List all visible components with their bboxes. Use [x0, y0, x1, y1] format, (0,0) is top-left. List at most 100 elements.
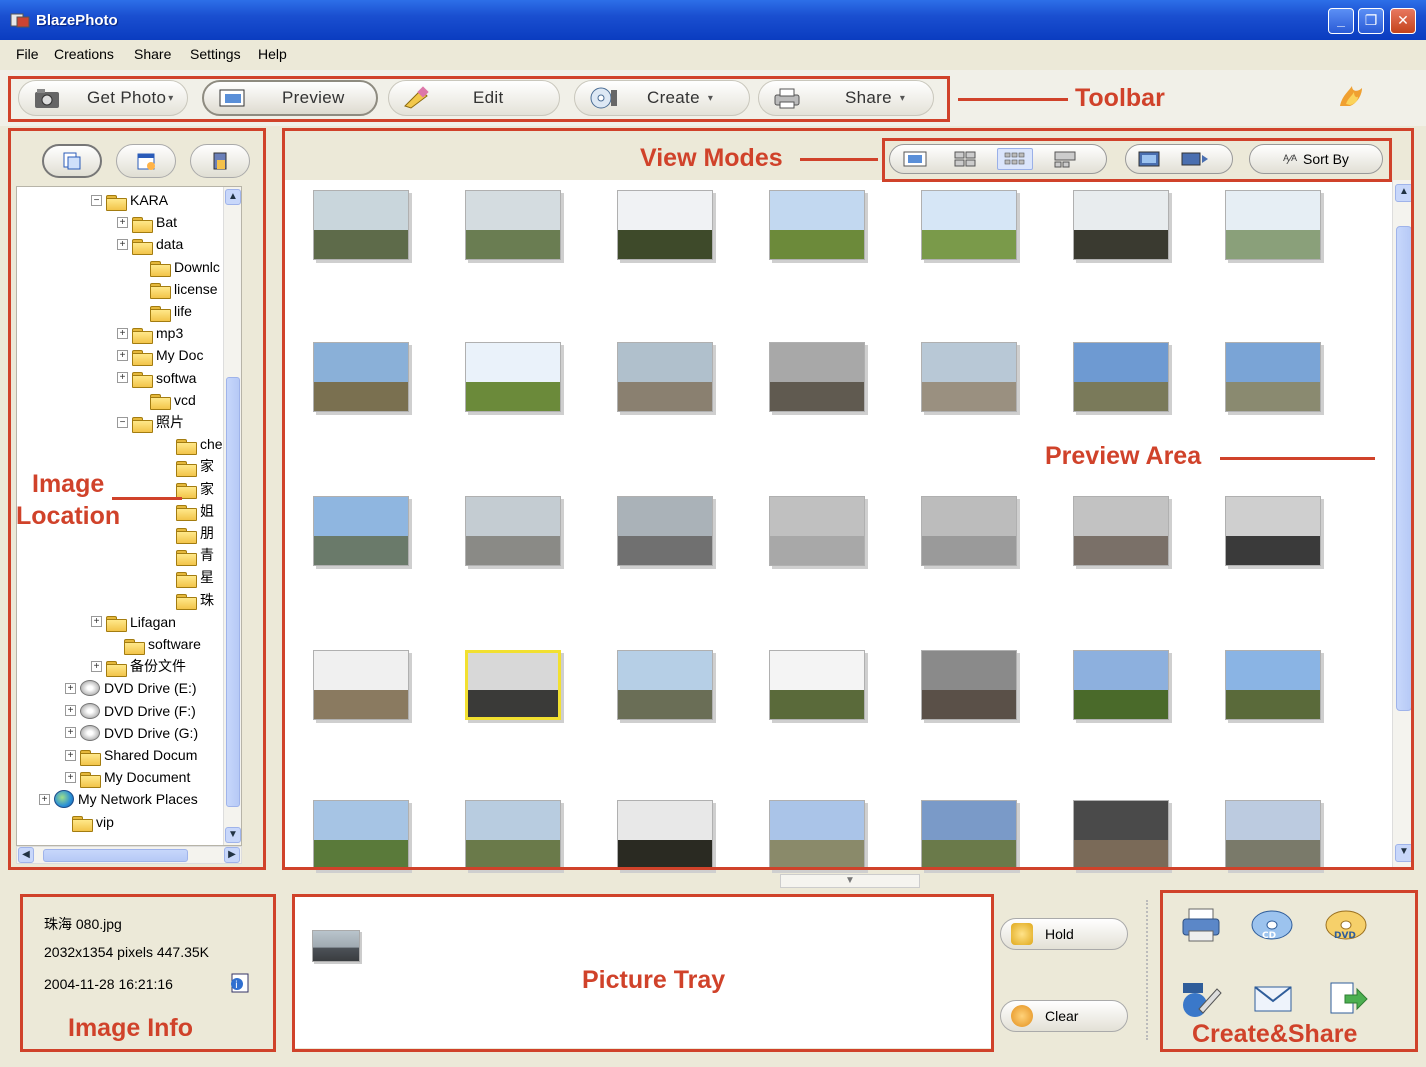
scroll-thumb[interactable]	[226, 377, 240, 807]
expand-icon[interactable]: +	[117, 216, 128, 228]
create-button[interactable]: Create ▾	[574, 80, 750, 116]
menu-share[interactable]: Share	[134, 46, 171, 62]
slideshow-button[interactable]	[1177, 148, 1213, 170]
burn-cd-button[interactable]: CD	[1248, 902, 1298, 948]
maximize-button[interactable]: ❐	[1358, 8, 1384, 34]
photo-thumbnail[interactable]	[617, 650, 713, 720]
scroll-right-icon[interactable]: ▶	[224, 847, 240, 863]
photo-thumbnail[interactable]	[769, 342, 865, 412]
tree-node[interactable]: 家	[176, 455, 214, 477]
photo-thumbnail[interactable]	[769, 650, 865, 720]
photo-thumbnail[interactable]	[1073, 342, 1169, 412]
tree-node[interactable]: Downlc	[150, 256, 220, 278]
tree-node[interactable]: vip	[72, 811, 114, 833]
expand-icon[interactable]: +	[91, 660, 102, 672]
minimize-button[interactable]: _	[1328, 8, 1354, 34]
photo-thumbnail[interactable]	[313, 342, 409, 412]
view-single-button[interactable]	[897, 148, 933, 170]
photo-thumbnail[interactable]	[921, 342, 1017, 412]
photo-thumbnail[interactable]	[465, 342, 561, 412]
photo-thumbnail[interactable]	[1225, 342, 1321, 412]
photo-thumbnail[interactable]	[617, 496, 713, 566]
close-button[interactable]: ✕	[1390, 8, 1416, 34]
photo-thumbnail[interactable]	[313, 496, 409, 566]
tree-node[interactable]: software	[124, 633, 201, 655]
expand-icon[interactable]: +	[117, 349, 128, 361]
tree-node[interactable]: license	[150, 278, 218, 300]
expand-icon[interactable]: +	[117, 372, 128, 384]
photo-thumbnail[interactable]	[617, 800, 713, 870]
tree-node[interactable]: + Lifagan	[91, 611, 176, 633]
collapse-icon[interactable]: −	[91, 194, 102, 206]
photo-thumbnail[interactable]	[1225, 800, 1321, 870]
photo-thumbnail[interactable]	[1073, 190, 1169, 260]
info-icon[interactable]: i	[228, 972, 250, 994]
tree-node[interactable]: + DVD Drive (E:)	[65, 677, 197, 699]
photo-thumbnail[interactable]	[1073, 800, 1169, 870]
preview-button[interactable]: Preview	[202, 80, 378, 116]
burn-dvd-button[interactable]: DVD	[1322, 902, 1372, 948]
tab-albums[interactable]	[190, 144, 250, 178]
share-button[interactable]: Share ▾	[758, 80, 934, 116]
tree-node[interactable]: 朋	[176, 522, 214, 544]
expand-icon[interactable]: +	[91, 616, 102, 628]
tree-node[interactable]: + 备份文件	[91, 655, 186, 677]
tree-node[interactable]: + Bat	[117, 211, 177, 233]
photo-thumbnail[interactable]	[921, 800, 1017, 870]
tree-horizontal-scrollbar[interactable]: ◀ ▶	[16, 846, 242, 864]
tree-node[interactable]: life	[150, 300, 192, 322]
photo-thumbnail[interactable]	[921, 190, 1017, 260]
photo-thumbnail[interactable]	[769, 190, 865, 260]
photo-thumbnail[interactable]	[465, 190, 561, 260]
photo-thumbnail[interactable]	[313, 190, 409, 260]
tree-node[interactable]: 珠	[176, 589, 214, 611]
photo-thumbnail[interactable]	[921, 650, 1017, 720]
view-small-thumbs-button[interactable]	[997, 148, 1033, 170]
tree-node[interactable]: 青	[176, 544, 214, 566]
photo-thumbnail[interactable]	[1225, 650, 1321, 720]
fullscreen-button[interactable]	[1131, 148, 1167, 170]
scroll-down-icon[interactable]: ▼	[1395, 844, 1413, 862]
tree-node[interactable]: 星	[176, 566, 214, 588]
scroll-up-icon[interactable]: ▲	[1395, 184, 1413, 202]
tree-node[interactable]: + Shared Docum	[65, 744, 197, 766]
scroll-thumb[interactable]	[43, 849, 188, 862]
menu-settings[interactable]: Settings	[190, 46, 241, 62]
tree-node[interactable]: + mp3	[117, 322, 183, 344]
get-photo-button[interactable]: Get Photo ▾	[18, 80, 188, 116]
tab-calendar[interactable]	[116, 144, 176, 178]
expand-icon[interactable]: +	[65, 771, 76, 783]
photo-thumbnail[interactable]	[617, 190, 713, 260]
print-button[interactable]	[1176, 902, 1226, 948]
scroll-down-icon[interactable]: ▼	[225, 827, 241, 843]
photo-thumbnail[interactable]	[921, 496, 1017, 566]
tree-node[interactable]: che	[176, 433, 223, 455]
photo-thumbnail[interactable]	[769, 800, 865, 870]
photo-thumbnail[interactable]	[1073, 496, 1169, 566]
menu-creations[interactable]: Creations	[54, 46, 114, 62]
photo-thumbnail[interactable]	[465, 800, 561, 870]
photo-thumbnail[interactable]	[1225, 190, 1321, 260]
scroll-thumb[interactable]	[1396, 226, 1412, 711]
web-album-button[interactable]	[1176, 976, 1226, 1022]
sort-by-button[interactable]: ᴬ⁄ᴬ Sort By	[1249, 144, 1383, 174]
photo-thumbnail[interactable]	[465, 496, 561, 566]
view-large-thumbs-button[interactable]	[947, 148, 983, 170]
expand-icon[interactable]: +	[65, 749, 76, 761]
expand-icon[interactable]: +	[117, 238, 128, 250]
scroll-up-icon[interactable]: ▲	[225, 189, 241, 205]
tree-vertical-scrollbar[interactable]: ▲ ▼	[223, 187, 241, 845]
email-button[interactable]	[1248, 976, 1298, 1022]
tree-node[interactable]: + My Document	[65, 766, 190, 788]
menu-file[interactable]: File	[16, 46, 39, 62]
photo-thumbnail[interactable]	[465, 650, 561, 720]
preview-vertical-scrollbar[interactable]: ▲ ▼	[1392, 180, 1414, 868]
collapse-icon[interactable]: −	[117, 416, 128, 428]
photo-thumbnail[interactable]	[313, 800, 409, 870]
tree-node[interactable]: + data	[117, 233, 183, 255]
expand-icon[interactable]: +	[117, 327, 128, 339]
tree-node[interactable]: + DVD Drive (F:)	[65, 700, 196, 722]
tree-node[interactable]: + My Network Places	[39, 788, 198, 810]
hold-button[interactable]: Hold	[1000, 918, 1128, 950]
export-button[interactable]	[1322, 976, 1372, 1022]
